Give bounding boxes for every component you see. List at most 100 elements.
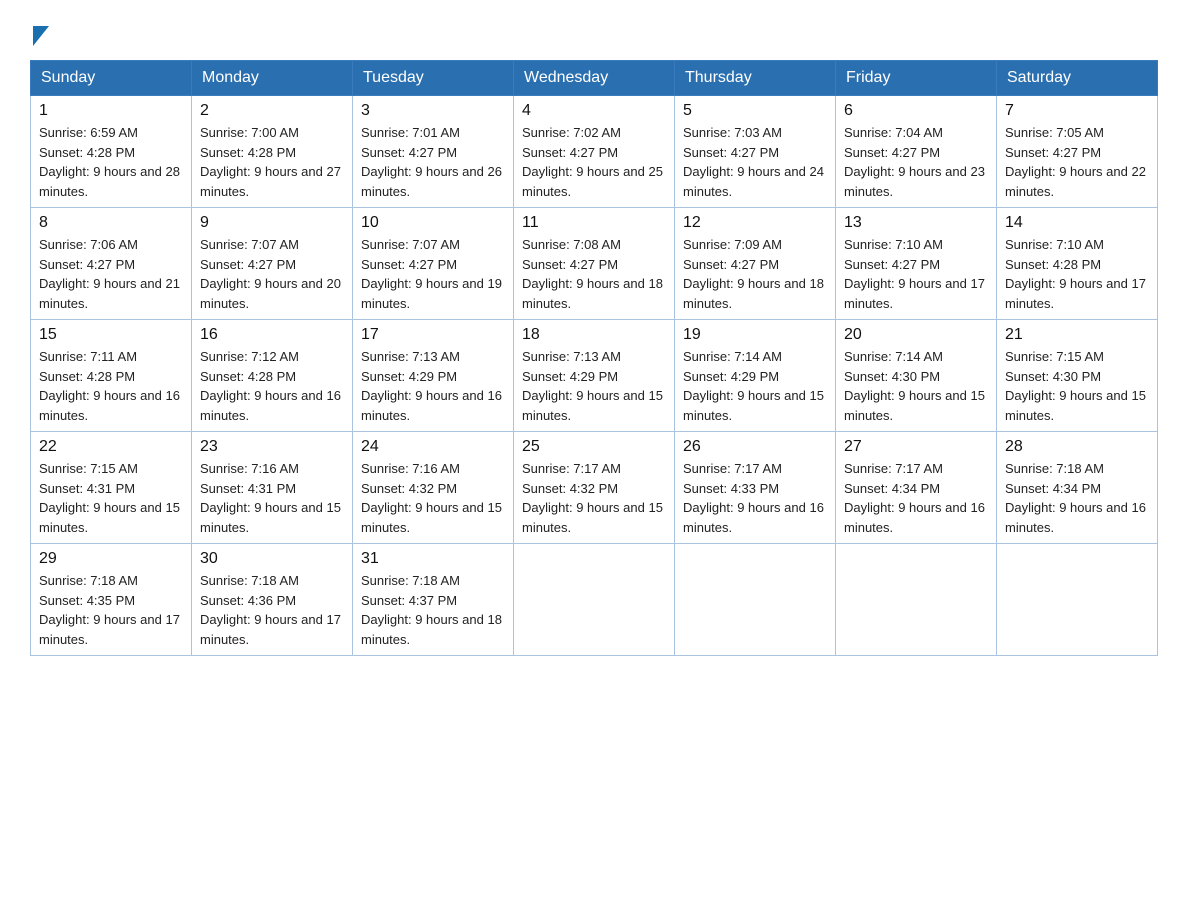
day-number: 5 xyxy=(683,102,827,120)
day-info: Sunrise: 7:04 AM Sunset: 4:27 PM Dayligh… xyxy=(844,123,988,201)
calendar-cell: 27 Sunrise: 7:17 AM Sunset: 4:34 PM Dayl… xyxy=(836,432,997,544)
day-number: 23 xyxy=(200,438,344,456)
day-number: 19 xyxy=(683,326,827,344)
day-number: 2 xyxy=(200,102,344,120)
day-info: Sunrise: 7:12 AM Sunset: 4:28 PM Dayligh… xyxy=(200,347,344,425)
calendar-cell xyxy=(675,544,836,656)
calendar-cell: 17 Sunrise: 7:13 AM Sunset: 4:29 PM Dayl… xyxy=(353,320,514,432)
day-number: 13 xyxy=(844,214,988,232)
calendar-table: SundayMondayTuesdayWednesdayThursdayFrid… xyxy=(30,60,1158,656)
day-info: Sunrise: 7:03 AM Sunset: 4:27 PM Dayligh… xyxy=(683,123,827,201)
calendar-week-row: 22 Sunrise: 7:15 AM Sunset: 4:31 PM Dayl… xyxy=(31,432,1158,544)
calendar-cell: 24 Sunrise: 7:16 AM Sunset: 4:32 PM Dayl… xyxy=(353,432,514,544)
calendar-cell xyxy=(997,544,1158,656)
day-info: Sunrise: 7:17 AM Sunset: 4:34 PM Dayligh… xyxy=(844,459,988,537)
day-info: Sunrise: 7:06 AM Sunset: 4:27 PM Dayligh… xyxy=(39,235,183,313)
logo xyxy=(30,20,68,42)
calendar-header-row: SundayMondayTuesdayWednesdayThursdayFrid… xyxy=(31,61,1158,96)
day-number: 14 xyxy=(1005,214,1149,232)
day-info: Sunrise: 7:15 AM Sunset: 4:31 PM Dayligh… xyxy=(39,459,183,537)
day-info: Sunrise: 7:07 AM Sunset: 4:27 PM Dayligh… xyxy=(361,235,505,313)
day-info: Sunrise: 7:05 AM Sunset: 4:27 PM Dayligh… xyxy=(1005,123,1149,201)
day-number: 7 xyxy=(1005,102,1149,120)
calendar-cell: 10 Sunrise: 7:07 AM Sunset: 4:27 PM Dayl… xyxy=(353,208,514,320)
calendar-cell xyxy=(514,544,675,656)
calendar-cell: 14 Sunrise: 7:10 AM Sunset: 4:28 PM Dayl… xyxy=(997,208,1158,320)
day-number: 12 xyxy=(683,214,827,232)
day-number: 27 xyxy=(844,438,988,456)
day-number: 21 xyxy=(1005,326,1149,344)
day-number: 29 xyxy=(39,550,183,568)
day-info: Sunrise: 7:18 AM Sunset: 4:37 PM Dayligh… xyxy=(361,571,505,649)
calendar-week-row: 8 Sunrise: 7:06 AM Sunset: 4:27 PM Dayli… xyxy=(31,208,1158,320)
day-number: 20 xyxy=(844,326,988,344)
calendar-cell: 15 Sunrise: 7:11 AM Sunset: 4:28 PM Dayl… xyxy=(31,320,192,432)
calendar-cell: 9 Sunrise: 7:07 AM Sunset: 4:27 PM Dayli… xyxy=(192,208,353,320)
calendar-cell: 20 Sunrise: 7:14 AM Sunset: 4:30 PM Dayl… xyxy=(836,320,997,432)
calendar-cell: 11 Sunrise: 7:08 AM Sunset: 4:27 PM Dayl… xyxy=(514,208,675,320)
day-number: 1 xyxy=(39,102,183,120)
day-info: Sunrise: 7:16 AM Sunset: 4:31 PM Dayligh… xyxy=(200,459,344,537)
day-info: Sunrise: 7:10 AM Sunset: 4:28 PM Dayligh… xyxy=(1005,235,1149,313)
day-info: Sunrise: 7:14 AM Sunset: 4:29 PM Dayligh… xyxy=(683,347,827,425)
day-info: Sunrise: 7:00 AM Sunset: 4:28 PM Dayligh… xyxy=(200,123,344,201)
col-header-saturday: Saturday xyxy=(997,61,1158,96)
day-number: 16 xyxy=(200,326,344,344)
day-info: Sunrise: 6:59 AM Sunset: 4:28 PM Dayligh… xyxy=(39,123,183,201)
day-number: 8 xyxy=(39,214,183,232)
day-number: 3 xyxy=(361,102,505,120)
calendar-cell: 6 Sunrise: 7:04 AM Sunset: 4:27 PM Dayli… xyxy=(836,96,997,208)
calendar-cell: 16 Sunrise: 7:12 AM Sunset: 4:28 PM Dayl… xyxy=(192,320,353,432)
col-header-tuesday: Tuesday xyxy=(353,61,514,96)
calendar-cell: 31 Sunrise: 7:18 AM Sunset: 4:37 PM Dayl… xyxy=(353,544,514,656)
day-info: Sunrise: 7:10 AM Sunset: 4:27 PM Dayligh… xyxy=(844,235,988,313)
day-info: Sunrise: 7:13 AM Sunset: 4:29 PM Dayligh… xyxy=(361,347,505,425)
calendar-cell: 26 Sunrise: 7:17 AM Sunset: 4:33 PM Dayl… xyxy=(675,432,836,544)
day-number: 4 xyxy=(522,102,666,120)
calendar-cell: 5 Sunrise: 7:03 AM Sunset: 4:27 PM Dayli… xyxy=(675,96,836,208)
col-header-friday: Friday xyxy=(836,61,997,96)
day-number: 18 xyxy=(522,326,666,344)
calendar-cell: 12 Sunrise: 7:09 AM Sunset: 4:27 PM Dayl… xyxy=(675,208,836,320)
day-number: 11 xyxy=(522,214,666,232)
day-info: Sunrise: 7:18 AM Sunset: 4:36 PM Dayligh… xyxy=(200,571,344,649)
calendar-cell: 3 Sunrise: 7:01 AM Sunset: 4:27 PM Dayli… xyxy=(353,96,514,208)
page-header xyxy=(30,20,1158,42)
calendar-cell: 30 Sunrise: 7:18 AM Sunset: 4:36 PM Dayl… xyxy=(192,544,353,656)
day-number: 24 xyxy=(361,438,505,456)
day-info: Sunrise: 7:14 AM Sunset: 4:30 PM Dayligh… xyxy=(844,347,988,425)
col-header-monday: Monday xyxy=(192,61,353,96)
day-info: Sunrise: 7:11 AM Sunset: 4:28 PM Dayligh… xyxy=(39,347,183,425)
day-number: 28 xyxy=(1005,438,1149,456)
calendar-cell xyxy=(836,544,997,656)
calendar-cell: 4 Sunrise: 7:02 AM Sunset: 4:27 PM Dayli… xyxy=(514,96,675,208)
calendar-cell: 28 Sunrise: 7:18 AM Sunset: 4:34 PM Dayl… xyxy=(997,432,1158,544)
calendar-cell: 29 Sunrise: 7:18 AM Sunset: 4:35 PM Dayl… xyxy=(31,544,192,656)
calendar-cell: 8 Sunrise: 7:06 AM Sunset: 4:27 PM Dayli… xyxy=(31,208,192,320)
day-info: Sunrise: 7:07 AM Sunset: 4:27 PM Dayligh… xyxy=(200,235,344,313)
calendar-cell: 7 Sunrise: 7:05 AM Sunset: 4:27 PM Dayli… xyxy=(997,96,1158,208)
calendar-week-row: 1 Sunrise: 6:59 AM Sunset: 4:28 PM Dayli… xyxy=(31,96,1158,208)
day-number: 25 xyxy=(522,438,666,456)
day-info: Sunrise: 7:08 AM Sunset: 4:27 PM Dayligh… xyxy=(522,235,666,313)
day-info: Sunrise: 7:17 AM Sunset: 4:33 PM Dayligh… xyxy=(683,459,827,537)
day-number: 30 xyxy=(200,550,344,568)
day-number: 10 xyxy=(361,214,505,232)
day-number: 17 xyxy=(361,326,505,344)
day-info: Sunrise: 7:13 AM Sunset: 4:29 PM Dayligh… xyxy=(522,347,666,425)
day-number: 6 xyxy=(844,102,988,120)
calendar-week-row: 15 Sunrise: 7:11 AM Sunset: 4:28 PM Dayl… xyxy=(31,320,1158,432)
day-info: Sunrise: 7:09 AM Sunset: 4:27 PM Dayligh… xyxy=(683,235,827,313)
day-number: 15 xyxy=(39,326,183,344)
calendar-cell: 1 Sunrise: 6:59 AM Sunset: 4:28 PM Dayli… xyxy=(31,96,192,208)
calendar-cell: 19 Sunrise: 7:14 AM Sunset: 4:29 PM Dayl… xyxy=(675,320,836,432)
day-number: 26 xyxy=(683,438,827,456)
calendar-cell: 13 Sunrise: 7:10 AM Sunset: 4:27 PM Dayl… xyxy=(836,208,997,320)
calendar-cell: 21 Sunrise: 7:15 AM Sunset: 4:30 PM Dayl… xyxy=(997,320,1158,432)
day-info: Sunrise: 7:16 AM Sunset: 4:32 PM Dayligh… xyxy=(361,459,505,537)
day-info: Sunrise: 7:17 AM Sunset: 4:32 PM Dayligh… xyxy=(522,459,666,537)
day-number: 9 xyxy=(200,214,344,232)
calendar-cell: 25 Sunrise: 7:17 AM Sunset: 4:32 PM Dayl… xyxy=(514,432,675,544)
day-number: 22 xyxy=(39,438,183,456)
day-info: Sunrise: 7:15 AM Sunset: 4:30 PM Dayligh… xyxy=(1005,347,1149,425)
